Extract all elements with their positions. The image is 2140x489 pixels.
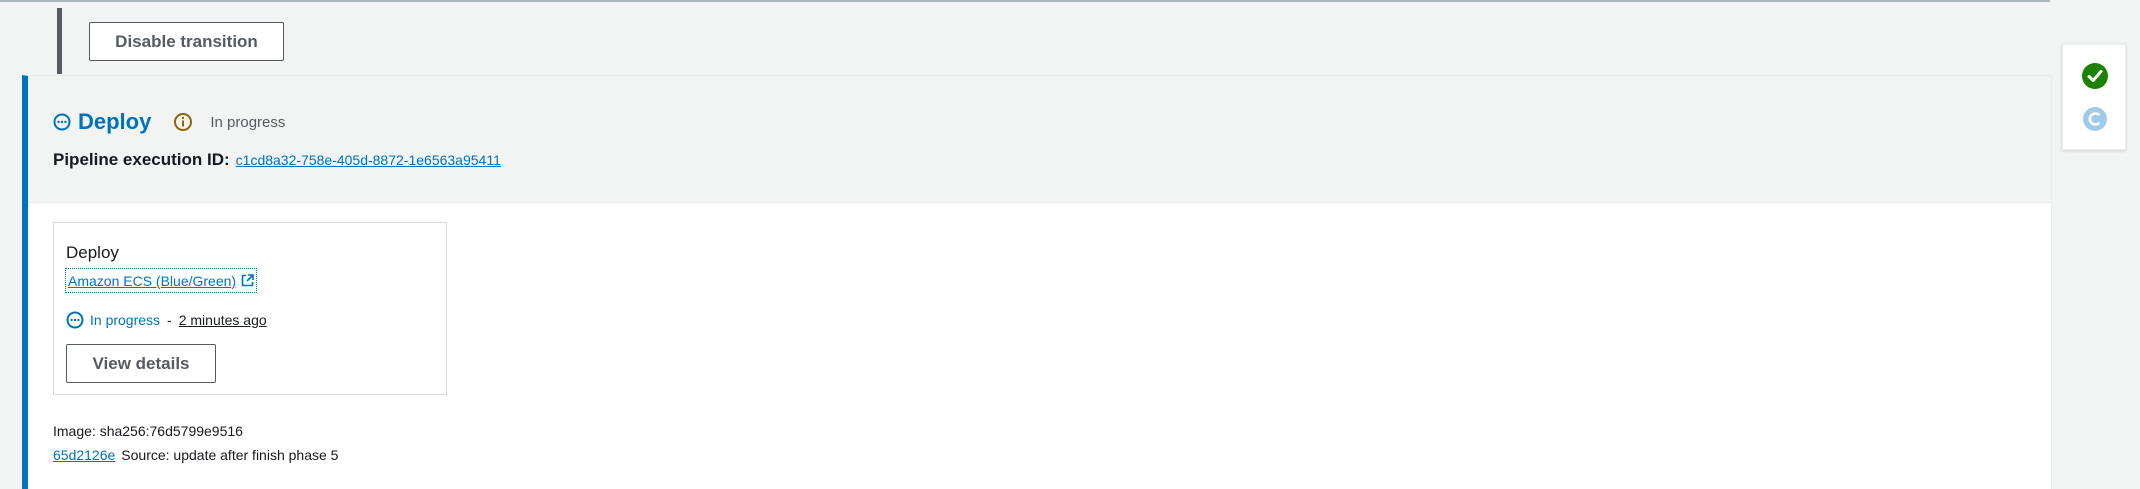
view-details-button[interactable]: View details <box>66 344 216 383</box>
action-name: Deploy <box>66 243 119 262</box>
artifact-image: Image: sha256:76d5799e9516 <box>53 423 243 439</box>
transition-connector <box>57 8 62 74</box>
provider-label: Amazon ECS (Blue/Green) <box>68 272 237 289</box>
action-time-ago[interactable]: 2 minutes ago <box>179 312 267 328</box>
commit-id-link[interactable]: 65d2126e <box>53 447 115 463</box>
execution-id-row: Pipeline execution ID: c1cd8a32-758e-405… <box>53 150 501 170</box>
in-progress-icon <box>66 311 84 329</box>
in-progress-icon <box>53 113 71 131</box>
info-icon[interactable] <box>173 112 193 132</box>
stage-status: In progress <box>210 113 286 131</box>
stage-deploy: Deploy In progress Pipeline execution ID… <box>22 75 2052 489</box>
execution-id-label: Pipeline execution ID: <box>53 150 230 169</box>
action-status: In progress <box>90 312 161 328</box>
artifact-commit: 65d2126e Source: update after finish pha… <box>53 447 338 463</box>
disable-transition-button[interactable]: Disable transition <box>89 22 284 61</box>
stage-title-row: Deploy In progress <box>53 109 285 135</box>
stage-status-panel <box>2062 44 2126 150</box>
stage-title: Deploy <box>78 109 152 134</box>
in-progress-icon[interactable] <box>2081 105 2109 133</box>
stage-header: Deploy In progress Pipeline execution ID… <box>28 76 2051 203</box>
external-link-icon <box>241 274 254 287</box>
success-icon[interactable] <box>2081 62 2109 90</box>
action-status-row: In progress - 2 minutes ago <box>66 311 267 329</box>
commit-message: Source: update after finish phase 5 <box>121 447 339 463</box>
status-separator: - <box>167 312 172 328</box>
action-provider-link[interactable]: Amazon ECS (Blue/Green) <box>65 268 258 293</box>
execution-id-link[interactable]: c1cd8a32-758e-405d-8872-1e6563a95411 <box>236 152 501 168</box>
top-divider <box>0 0 2050 2</box>
action-card-deploy: Deploy Amazon ECS (Blue/Green) In progre… <box>53 222 447 395</box>
